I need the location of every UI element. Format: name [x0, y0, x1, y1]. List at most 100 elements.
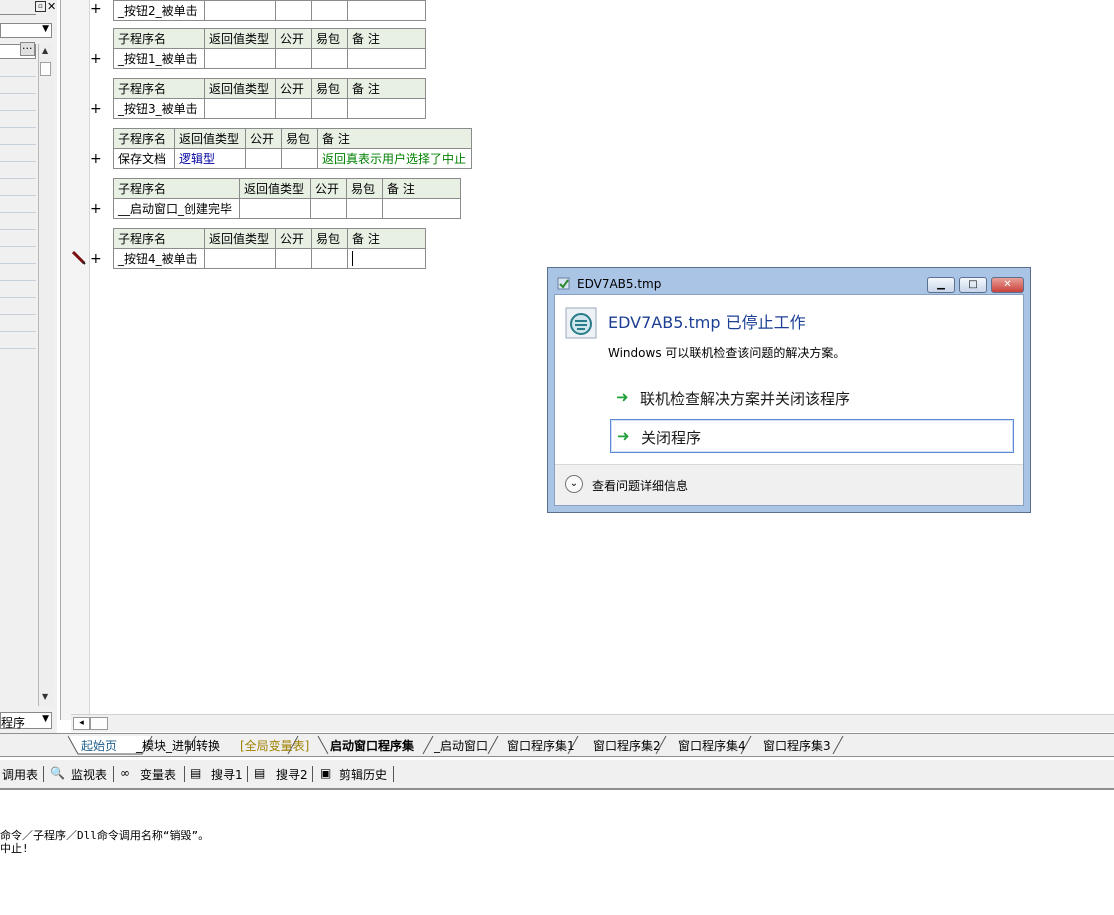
clipboard-icon: ▣ — [320, 766, 332, 780]
arrow-right-icon: ➜ — [617, 427, 630, 445]
tab-window-set-4[interactable]: 窗口程序集4 — [678, 737, 746, 754]
tab-module-hex[interactable]: _模块_进制转换 — [136, 737, 220, 754]
public-cell[interactable] — [275, 48, 312, 69]
left-panel-titlebar — [0, 0, 36, 15]
scroll-left-icon[interactable]: ◂ — [73, 717, 90, 730]
scroll-down-icon[interactable]: ▼ — [42, 692, 48, 701]
remark-cell[interactable] — [347, 248, 426, 269]
check-online-option[interactable]: ➜ 联机检查解决方案并关闭该程序 — [610, 381, 1014, 415]
header-return-type: 返回值类型 — [204, 78, 276, 99]
property-row-line — [0, 263, 36, 264]
sub-name-cell[interactable]: 保存文档 — [113, 148, 175, 169]
view-details-link[interactable]: 查看问题详细信息 — [592, 477, 688, 494]
public-cell[interactable] — [245, 148, 282, 169]
dialog-body: EDV7AB5.tmp 已停止工作 Windows 可以联机检查该问题的解决方案… — [554, 294, 1024, 506]
easy-pkg-cell[interactable] — [281, 148, 318, 169]
scroll-thumb[interactable] — [40, 62, 51, 76]
expand-icon[interactable]: + — [90, 151, 102, 167]
remark-cell[interactable] — [347, 98, 426, 119]
property-value-field[interactable]: ··· — [0, 42, 36, 59]
easy-pkg-cell[interactable] — [346, 198, 383, 219]
public-cell[interactable] — [310, 198, 347, 219]
bottom-dropdown[interactable]: 程序 ▼ — [0, 712, 52, 730]
search-icon: 🔍 — [50, 766, 65, 780]
header-sub-name: 子程序名 — [113, 28, 205, 49]
header-easy-pkg: 易包 — [311, 28, 348, 49]
sub-name-cell[interactable]: _按钮4_被单击 — [113, 248, 205, 269]
search2-button[interactable]: 搜寻2 — [276, 766, 308, 783]
return-type-cell[interactable] — [204, 98, 276, 119]
public-cell[interactable] — [275, 248, 312, 269]
remark-cell[interactable] — [347, 48, 426, 69]
property-row-line — [0, 280, 36, 281]
tab-window-set-3[interactable]: 窗口程序集3 — [763, 737, 831, 754]
header-remark: 备 注 — [347, 28, 426, 49]
scroll-thumb[interactable] — [90, 717, 108, 730]
property-scrollbar[interactable]: ▲ ▼ — [38, 44, 53, 706]
sub-name-cell[interactable]: _按钮3_被单击 — [113, 98, 205, 119]
call-table-button[interactable]: 调用表 — [2, 766, 38, 783]
scroll-up-icon[interactable]: ▲ — [42, 46, 48, 55]
expand-icon[interactable]: + — [90, 1, 102, 17]
close-icon[interactable]: ✕ — [47, 0, 56, 13]
clip-history-button[interactable]: 剪辑历史 — [339, 766, 387, 783]
chevron-down-icon: ▼ — [42, 24, 49, 34]
easy-pkg-cell[interactable] — [311, 248, 348, 269]
return-type-cell[interactable] — [204, 48, 276, 69]
variable-table-button[interactable]: 变量表 — [140, 766, 176, 783]
bottom-toolbar: 调用表 🔍 监视表 ∞ 变量表 ▤ 搜寻1 ▤ 搜寻2 ▣ 剪辑历史 — [0, 760, 1114, 790]
remark-cell[interactable] — [382, 198, 461, 219]
restore-icon[interactable]: ▫ — [35, 1, 46, 12]
subroutine-table: 子程序名 返回值类型 公开 易包 备 注 _按钮1_被单击 — [113, 28, 426, 69]
header-public: 公开 — [245, 128, 282, 149]
tab-window-set-1[interactable]: 窗口程序集1 — [507, 737, 575, 754]
header-public: 公开 — [275, 78, 312, 99]
expand-icon[interactable]: + — [90, 201, 102, 217]
chevron-down-icon[interactable]: ⌄ — [565, 475, 583, 493]
expand-icon[interactable]: + — [90, 101, 102, 117]
return-type-cell[interactable] — [204, 248, 276, 269]
public-cell[interactable] — [275, 0, 312, 21]
subroutine-table: 子程序名 返回值类型 公开 易包 备 注 __启动窗口_创建完毕 — [113, 178, 461, 219]
header-return-type: 返回值类型 — [204, 228, 276, 249]
remark-cell[interactable]: 返回真表示用户选择了中止 — [317, 148, 472, 169]
sub-name-cell[interactable]: _按钮2_被单击 — [113, 0, 205, 21]
header-return-type: 返回值类型 — [174, 128, 246, 149]
editor-hscrollbar[interactable]: ◂ — [71, 714, 1114, 732]
tab-window-set-2[interactable]: 窗口程序集2 — [593, 737, 661, 754]
separator — [247, 766, 248, 782]
return-type-cell[interactable]: 逻辑型 — [174, 148, 246, 169]
separator — [393, 766, 394, 782]
easy-pkg-cell[interactable] — [311, 48, 348, 69]
minimize-button[interactable]: ▁ — [927, 277, 955, 293]
watch-table-button[interactable]: 监视表 — [71, 766, 107, 783]
header-sub-name: 子程序名 — [113, 228, 205, 249]
text-cursor — [352, 251, 353, 266]
property-row-line — [0, 110, 36, 111]
property-row-line — [0, 161, 36, 162]
object-dropdown[interactable]: ▼ — [0, 23, 52, 38]
close-program-option[interactable]: ➜ 关闭程序 — [610, 419, 1014, 453]
tab-startup-window-set[interactable]: 启动窗口程序集 — [330, 737, 414, 754]
tab-startup-window[interactable]: _启动窗口 — [434, 737, 488, 754]
remark-cell[interactable] — [347, 0, 426, 21]
expand-icon[interactable]: + — [90, 251, 102, 267]
maximize-button[interactable]: □ — [959, 277, 987, 293]
program-icon — [565, 307, 597, 339]
error-dialog: EDV7AB5.tmp ▁ □ ✕ EDV7AB5.tmp 已停止工作 Wind… — [547, 267, 1031, 513]
search1-button[interactable]: 搜寻1 — [211, 766, 243, 783]
sub-name-cell[interactable]: _按钮1_被单击 — [113, 48, 205, 69]
separator — [184, 766, 185, 782]
easy-pkg-cell[interactable] — [311, 98, 348, 119]
close-button[interactable]: ✕ — [991, 277, 1024, 293]
expand-icon[interactable]: + — [90, 51, 102, 67]
easy-pkg-cell[interactable] — [311, 0, 348, 21]
return-type-cell[interactable] — [204, 0, 276, 21]
tab-start-page[interactable]: 起始页 — [81, 737, 117, 754]
ellipsis-button[interactable]: ··· — [20, 42, 35, 56]
tab-global-vars[interactable]: [全局变量表] — [240, 737, 309, 754]
public-cell[interactable] — [275, 98, 312, 119]
return-type-cell[interactable] — [239, 198, 311, 219]
sub-name-cell[interactable]: __启动窗口_创建完毕 — [113, 198, 240, 219]
app-icon — [557, 277, 570, 290]
